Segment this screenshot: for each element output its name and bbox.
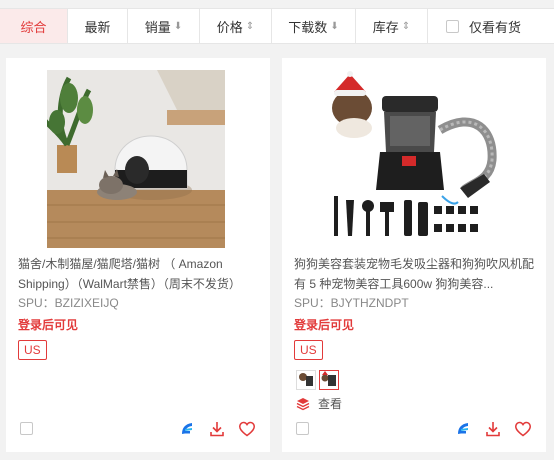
sort-label: 最新 [84,19,111,35]
variant-thumbnail[interactable] [296,370,316,390]
price-login-note: 登录后可见 [294,318,355,332]
layers-icon [296,397,310,411]
view-more-label: 查看 [318,397,343,411]
select-product-checkbox[interactable] [296,422,309,435]
product-image[interactable] [47,70,225,248]
product-title[interactable]: 狗狗美容套装宠物毛发吸尘器和狗狗吹风机配有 5 种宠物美容工具600w 狗狗美容… [294,254,536,294]
product-image[interactable] [324,70,502,248]
variant-image-icon [320,371,338,389]
in-stock-label: 仅看有货 [469,19,522,35]
product-spu: SPU：BZIZIXEIJQ [18,296,119,310]
view-more-link[interactable]: 查看 [296,395,342,412]
region-tag: US [18,340,47,360]
variant-image-icon [297,371,315,389]
sort-comprehensive[interactable]: 综合 [0,9,68,43]
sort-label: 价格 [216,19,243,35]
product-card: 狗狗美容套装宠物毛发吸尘器和狗狗吹风机配有 5 种宠物美容工具600w 狗狗美容… [282,58,546,452]
sort-label: 综合 [20,19,47,35]
sort-label: 下载数 [288,19,328,35]
sort-newest[interactable]: 最新 [68,9,128,43]
in-stock-checkbox[interactable] [446,19,459,33]
favorite-heart-icon[interactable] [238,420,256,438]
sort-desc-icon: ⬇ [173,20,183,32]
select-product-checkbox[interactable] [20,422,33,435]
product-actions [166,420,256,438]
download-icon[interactable] [208,420,226,438]
product-card: 猫舍/木制猫屋/猫爬塔/猫树 （ Amazon Shipping）（WalMar… [6,58,270,452]
publish-icon[interactable] [178,420,196,438]
sort-bar: 综合 最新 销量 ⬇ 价格 ⇕ 下载数 ⬇ 库存 ⇕ 仅看有货 [0,8,554,44]
cat-litter-box-photo-icon [47,70,225,248]
sort-both-icon: ⇕ [401,20,411,32]
sort-label: 销量 [144,19,171,35]
download-icon[interactable] [484,420,502,438]
pet-grooming-vacuum-photo-icon [324,70,502,248]
sort-both-icon: ⇕ [245,20,255,32]
sort-sales[interactable]: 销量 ⬇ [128,9,200,43]
in-stock-filter[interactable]: 仅看有货 [428,9,521,43]
product-spu: SPU：BJYTHZNDPT [294,296,409,310]
sort-downloads[interactable]: 下载数 ⬇ [272,9,356,43]
sort-price[interactable]: 价格 ⇕ [200,9,272,43]
region-tag: US [294,340,323,360]
variant-thumbnails [296,370,342,390]
product-title[interactable]: 猫舍/木制猫屋/猫爬塔/猫树 （ Amazon Shipping）（WalMar… [18,254,260,294]
sort-label: 库存 [372,19,399,35]
sort-desc-icon: ⬇ [330,20,339,32]
product-actions [442,420,532,438]
variant-thumbnail-selected[interactable] [319,370,339,390]
favorite-heart-icon[interactable] [514,420,532,438]
price-login-note: 登录后可见 [18,318,79,332]
sort-stock[interactable]: 库存 ⇕ [356,9,428,43]
publish-icon[interactable] [454,420,472,438]
